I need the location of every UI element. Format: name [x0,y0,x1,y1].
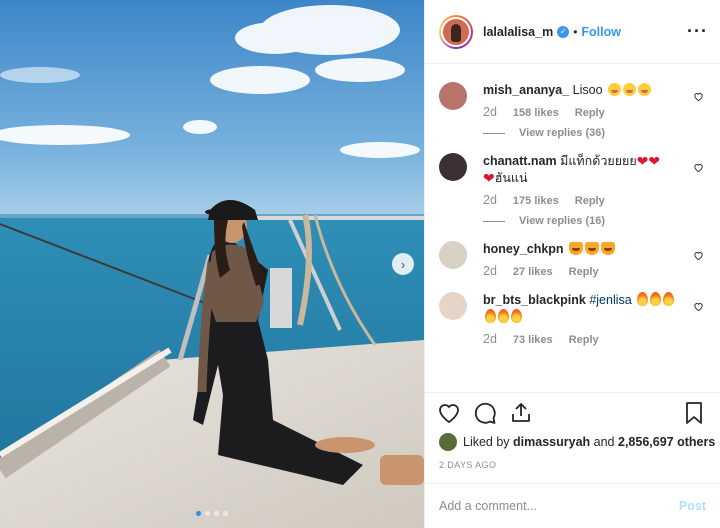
fire-emoji-icon [485,309,496,323]
carousel-dot [223,511,228,516]
liker-username[interactable]: dimassuryah [513,435,590,449]
post-header: lalalalisa_m ✓ • Follow ··· [425,0,720,64]
view-replies-button[interactable]: View replies (36) [483,127,683,139]
share-icon[interactable] [509,401,533,425]
likes-prefix: Liked by [463,435,510,449]
carousel-indicator [0,511,424,516]
comment-username[interactable]: honey_chkpn [483,242,564,256]
emoji-cat-icon [601,242,616,255]
comment-likes[interactable]: 73 likes [513,334,553,346]
comment-icon[interactable] [473,401,497,425]
more-icon[interactable]: ··· [687,21,708,42]
commenter-avatar[interactable] [439,82,467,110]
heart-outline-icon[interactable] [693,301,704,312]
comment-item: mish_ananya_ Lisoo 2d 158 likes Reply Vi… [439,82,704,139]
commenter-avatar[interactable] [439,241,467,269]
heart-emoji-icon: ❤ [483,170,495,186]
fire-emoji-icon [498,309,509,323]
comment-item: chanatt.nam มีแท็กด้วยยยย❤❤ ❤ฮันแน่ 2d 1… [439,153,704,227]
likes-others-link[interactable]: 2,856,697 others [618,435,715,449]
action-bar [425,392,720,425]
comment-age: 2d [483,193,497,207]
follow-button[interactable]: Follow [581,25,621,39]
comment-item: br_bts_blackpink #jenlisa 2d 73 likes Re… [439,292,704,346]
carousel-dot [205,511,210,516]
comment-input[interactable]: Add a comment... [439,499,537,513]
reply-button[interactable]: Reply [569,334,599,346]
likes-middle: and [593,435,615,449]
author-username[interactable]: lalalalisa_m [483,25,553,39]
reply-button[interactable]: Reply [575,107,605,119]
emoji-cat-icon [585,242,600,255]
heart-emoji-icon: ❤ [648,153,661,169]
comment-likes[interactable]: 27 likes [513,266,553,278]
comment-text-line2: ฮันแน่ [494,171,528,185]
heart-outline-icon[interactable] [693,250,704,261]
fire-emoji-icon [650,292,662,306]
like-heart-icon[interactable] [437,401,461,425]
heart-outline-icon[interactable] [693,91,704,102]
heart-outline-icon[interactable] [693,162,704,173]
reply-button[interactable]: Reply [569,266,599,278]
carousel-dot [196,511,201,516]
comment-username[interactable]: mish_ananya_ [483,83,569,97]
view-replies-button[interactable]: View replies (16) [483,215,683,227]
likes-summary: Liked by dimassuryah and 2,856,697 other… [439,433,715,451]
emoji-cat-icon [569,242,584,255]
post-timestamp[interactable]: 2 DAYS AGO [439,460,496,470]
separator: • [573,24,578,39]
post-comment-button[interactable]: Post [679,499,706,513]
comment-item: honey_chkpn 2d 27 likes Reply [439,241,704,278]
verified-badge-icon: ✓ [557,25,570,38]
emoji-face-icon [638,83,652,96]
commenter-avatar[interactable] [439,153,467,181]
fire-emoji-icon [511,309,522,323]
photo-scene [0,0,424,528]
comment-age: 2d [483,105,497,119]
emoji-face-icon [608,83,622,96]
emoji-face-icon [623,83,637,96]
post-side-panel: lalalalisa_m ✓ • Follow ··· mish_ananya_… [424,0,720,528]
liker-avatar[interactable] [439,433,457,451]
carousel-dot [214,511,219,516]
avatar [441,16,471,47]
comment-text: Lisoo [572,83,603,97]
comment-likes[interactable]: 158 likes [513,107,559,119]
instagram-post: › lalalalisa_m ✓ • Follow ··· mish_anany… [0,0,720,528]
author-avatar[interactable] [439,14,473,49]
comments-list[interactable]: mish_ananya_ Lisoo 2d 158 likes Reply Vi… [425,64,720,392]
commenter-avatar[interactable] [439,292,467,320]
comment-username[interactable]: chanatt.nam [483,154,557,168]
comment-username[interactable]: br_bts_blackpink [483,293,586,307]
fire-emoji-icon [637,292,649,306]
heart-emoji-icon: ❤ [636,153,649,169]
reply-button[interactable]: Reply [575,195,605,207]
comment-age: 2d [483,332,497,346]
chevron-right-icon: › [400,256,406,272]
next-photo-button[interactable]: › [392,253,414,275]
post-photo[interactable]: › [0,0,424,528]
bookmark-icon[interactable] [682,401,706,425]
comment-age: 2d [483,264,497,278]
comment-likes[interactable]: 175 likes [513,195,559,207]
fire-emoji-icon [663,292,675,306]
hashtag-link[interactable]: #jenlisa [589,293,631,307]
add-comment-bar: Add a comment... Post [425,483,720,528]
comment-text: มีแท็กด้วยยยย [560,154,637,168]
